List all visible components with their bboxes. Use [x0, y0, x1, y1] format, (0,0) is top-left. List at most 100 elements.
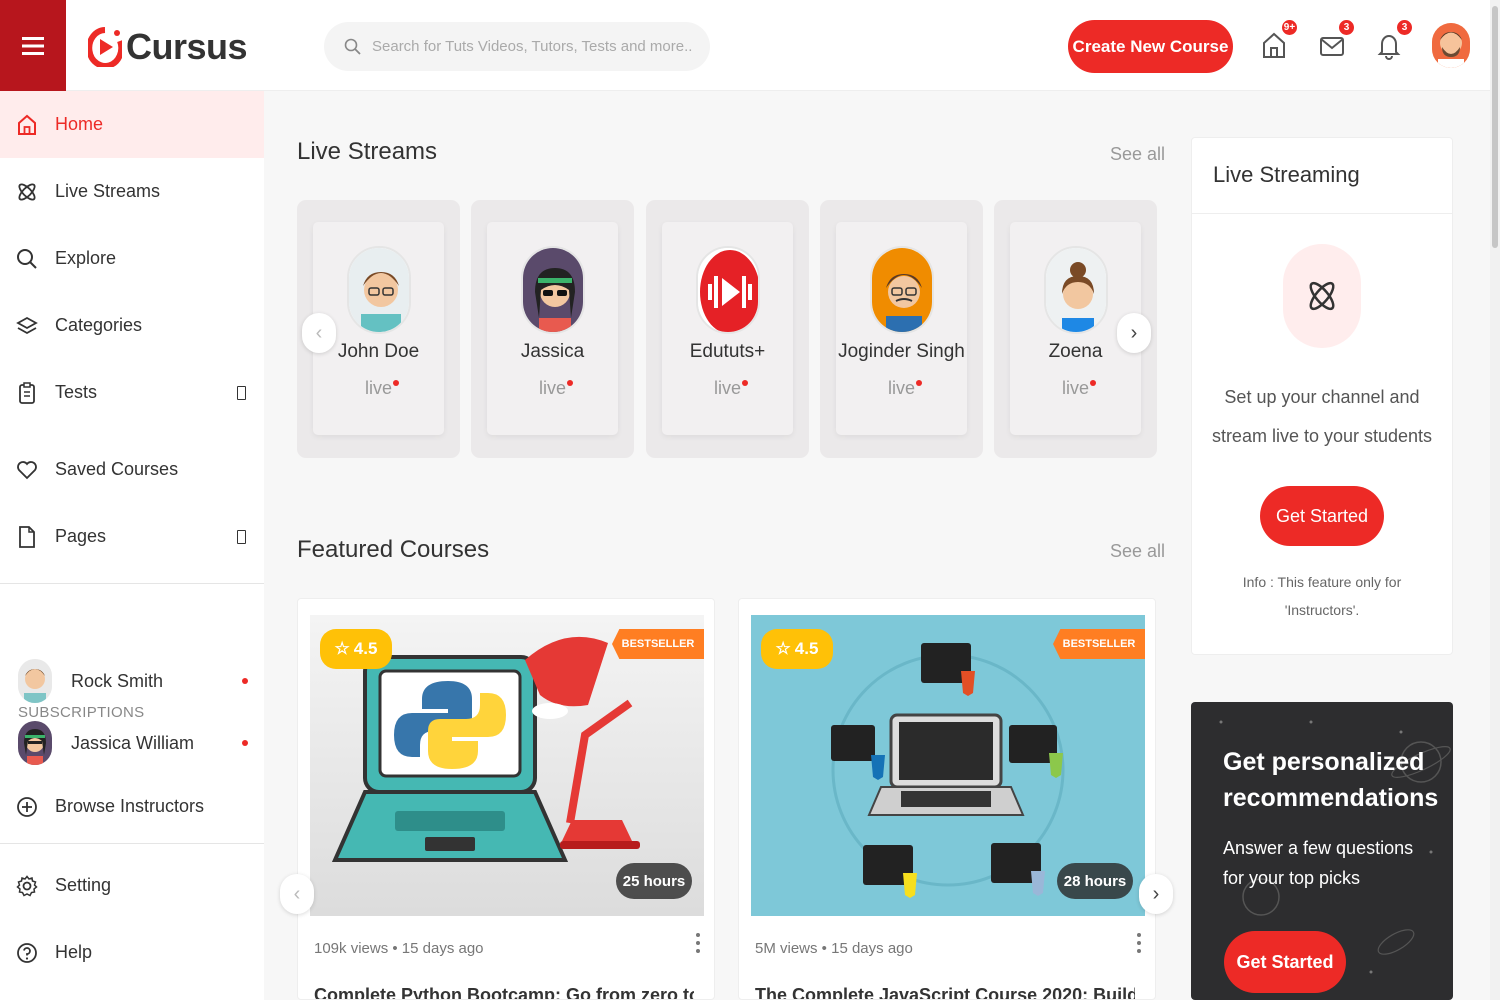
messages-button[interactable]: 3: [1318, 18, 1356, 60]
bestseller-badge: BESTSELLER: [612, 629, 704, 659]
subscription-item[interactable]: Jassica William: [0, 713, 264, 773]
stream-name: John Doe: [337, 341, 420, 362]
layers-icon: [16, 315, 38, 337]
sidebar-item-tests[interactable]: Tests: [0, 359, 264, 426]
featured-courses-title: Featured Courses: [297, 536, 490, 563]
course-thumbnail[interactable]: ☆ 4.5 BESTSELLER 25 hours: [310, 615, 704, 916]
sidebar-item-setting[interactable]: Setting: [0, 852, 264, 919]
home-icon: [16, 114, 38, 136]
messages-badge: 3: [1337, 18, 1356, 37]
logo-play-icon: [88, 27, 122, 67]
bestseller-badge: BESTSELLER: [1053, 629, 1145, 659]
live-streaming-card: Live Streaming Set up your channel and s…: [1191, 137, 1453, 655]
live-dot: [242, 740, 248, 746]
more-options-icon[interactable]: [1137, 933, 1141, 953]
scrollbar-thumb[interactable]: [1492, 6, 1498, 248]
plus-circle-icon: [16, 796, 38, 818]
streams-prev-button[interactable]: ‹: [302, 313, 336, 353]
rating-badge: ☆ 4.5: [761, 629, 833, 669]
course-title[interactable]: Complete Python Bootcamp: Go from zero t…: [314, 985, 694, 999]
clipboard-icon: [16, 381, 38, 404]
stream-name: Joginder Singh: [838, 341, 965, 362]
course-meta: 109k views • 15 days ago: [314, 940, 484, 957]
menu-toggle-button[interactable]: [0, 0, 66, 91]
sidebar-item-browse-instructors[interactable]: Browse Instructors: [0, 773, 264, 840]
views-count: 109k views: [314, 940, 389, 957]
posted-time: 15 days ago: [831, 940, 913, 957]
sidebar-item-categories[interactable]: Categories: [0, 292, 264, 359]
course-card[interactable]: ☆ 4.5 BESTSELLER 25 hours 109k views • 15…: [297, 598, 715, 1000]
file-icon: [16, 525, 38, 548]
avatar: [18, 721, 52, 765]
featured-see-all-link[interactable]: See all: [1110, 541, 1165, 562]
user-avatar-image: [1432, 23, 1470, 68]
create-new-course-button[interactable]: Create New Course: [1068, 20, 1233, 73]
cursus-logo[interactable]: Cursus: [88, 24, 248, 70]
live-streams-icon: [1309, 281, 1335, 311]
live-streams-icon: [16, 181, 38, 203]
sidebar-item-live-streams[interactable]: Live Streams: [0, 158, 264, 225]
chevron-right-icon: ›: [1152, 882, 1160, 905]
search-input[interactable]: [372, 38, 692, 55]
stream-card[interactable]: Joginder Singh live: [820, 200, 983, 458]
course-card[interactable]: ☆ 4.5 BESTSELLER 28 hours 5M views • 15 d…: [738, 598, 1156, 1000]
get-started-button[interactable]: Get Started: [1260, 486, 1384, 546]
hamburger-icon: [22, 36, 44, 55]
duration-badge: 28 hours: [1057, 863, 1133, 899]
live-streams-title: Live Streams: [297, 138, 438, 165]
sidebar-item-pages[interactable]: Pages: [0, 503, 264, 570]
stream-name: Zoena: [1048, 341, 1103, 362]
avatar: [18, 659, 52, 703]
stream-card[interactable]: Jassica live: [471, 200, 634, 458]
sidebar-item-explore[interactable]: Explore: [0, 225, 264, 292]
sidebar-item-label: Home: [55, 114, 104, 134]
heart-icon: [16, 459, 38, 481]
rating-value: 4.5: [794, 639, 819, 658]
expand-icon[interactable]: [237, 385, 246, 400]
sidebar-item-saved-courses[interactable]: Saved Courses: [0, 436, 264, 503]
sidebar-item-label: Live Streams: [55, 181, 161, 201]
courses-next-button[interactable]: ›: [1139, 874, 1173, 914]
subscription-item[interactable]: Rock Smith: [0, 651, 264, 711]
notifications-button[interactable]: 3: [1376, 18, 1414, 60]
course-thumbnail[interactable]: ☆ 4.5 BESTSELLER 28 hours: [751, 615, 1145, 916]
live-streaming-info: Info : This feature only for 'Instructor…: [1242, 574, 1402, 618]
live-streaming-description: Set up your channel and stream live to y…: [1211, 387, 1433, 446]
sidebar-item-label: Saved Courses: [55, 459, 179, 479]
chevron-left-icon: ‹: [315, 321, 323, 344]
expand-icon[interactable]: [237, 529, 246, 544]
recommendations-get-started-button[interactable]: Get Started: [1224, 931, 1346, 993]
sidebar: Home Live Streams Explore Categories Tes…: [0, 91, 264, 1000]
live-status: live: [538, 378, 574, 398]
help-icon: [16, 942, 38, 964]
logo-text: Cursus: [126, 26, 248, 67]
home-badge: 9+: [1280, 18, 1299, 37]
recommendations-description: Answer a few questions for your top pick…: [1223, 838, 1414, 888]
streams-next-button[interactable]: ›: [1117, 313, 1151, 353]
sidebar-item-home[interactable]: Home: [0, 91, 264, 158]
card-divider: [1192, 213, 1452, 214]
live-streams-see-all-link[interactable]: See all: [1110, 144, 1165, 165]
live-status: live: [364, 378, 400, 398]
course-title[interactable]: The Complete JavaScript Course 2020: Bui…: [755, 985, 1135, 999]
avatar: [695, 246, 760, 334]
subscription-name: Jassica William: [71, 732, 195, 753]
live-streaming-icon-wrap: [1283, 244, 1361, 348]
sidebar-divider: [0, 583, 264, 584]
search-bar[interactable]: [324, 22, 710, 71]
star-icon: ☆: [775, 639, 791, 658]
courses-prev-button[interactable]: ‹: [280, 874, 314, 914]
more-options-icon[interactable]: [696, 933, 700, 953]
sidebar-item-label: Explore: [55, 248, 117, 268]
sidebar-item-label: Help: [55, 942, 93, 962]
course-meta: 5M views • 15 days ago: [755, 940, 913, 957]
home-notification-button[interactable]: 9+: [1261, 18, 1299, 60]
views-count: 5M views: [755, 940, 818, 957]
chevron-left-icon: ‹: [293, 882, 301, 905]
live-status: live: [713, 378, 749, 398]
user-avatar[interactable]: [1432, 23, 1470, 68]
sidebar-item-label: Setting: [55, 875, 112, 895]
stream-card[interactable]: Edututs+ live: [646, 200, 809, 458]
chevron-right-icon: ›: [1130, 321, 1138, 344]
sidebar-item-help[interactable]: Help: [0, 919, 264, 986]
